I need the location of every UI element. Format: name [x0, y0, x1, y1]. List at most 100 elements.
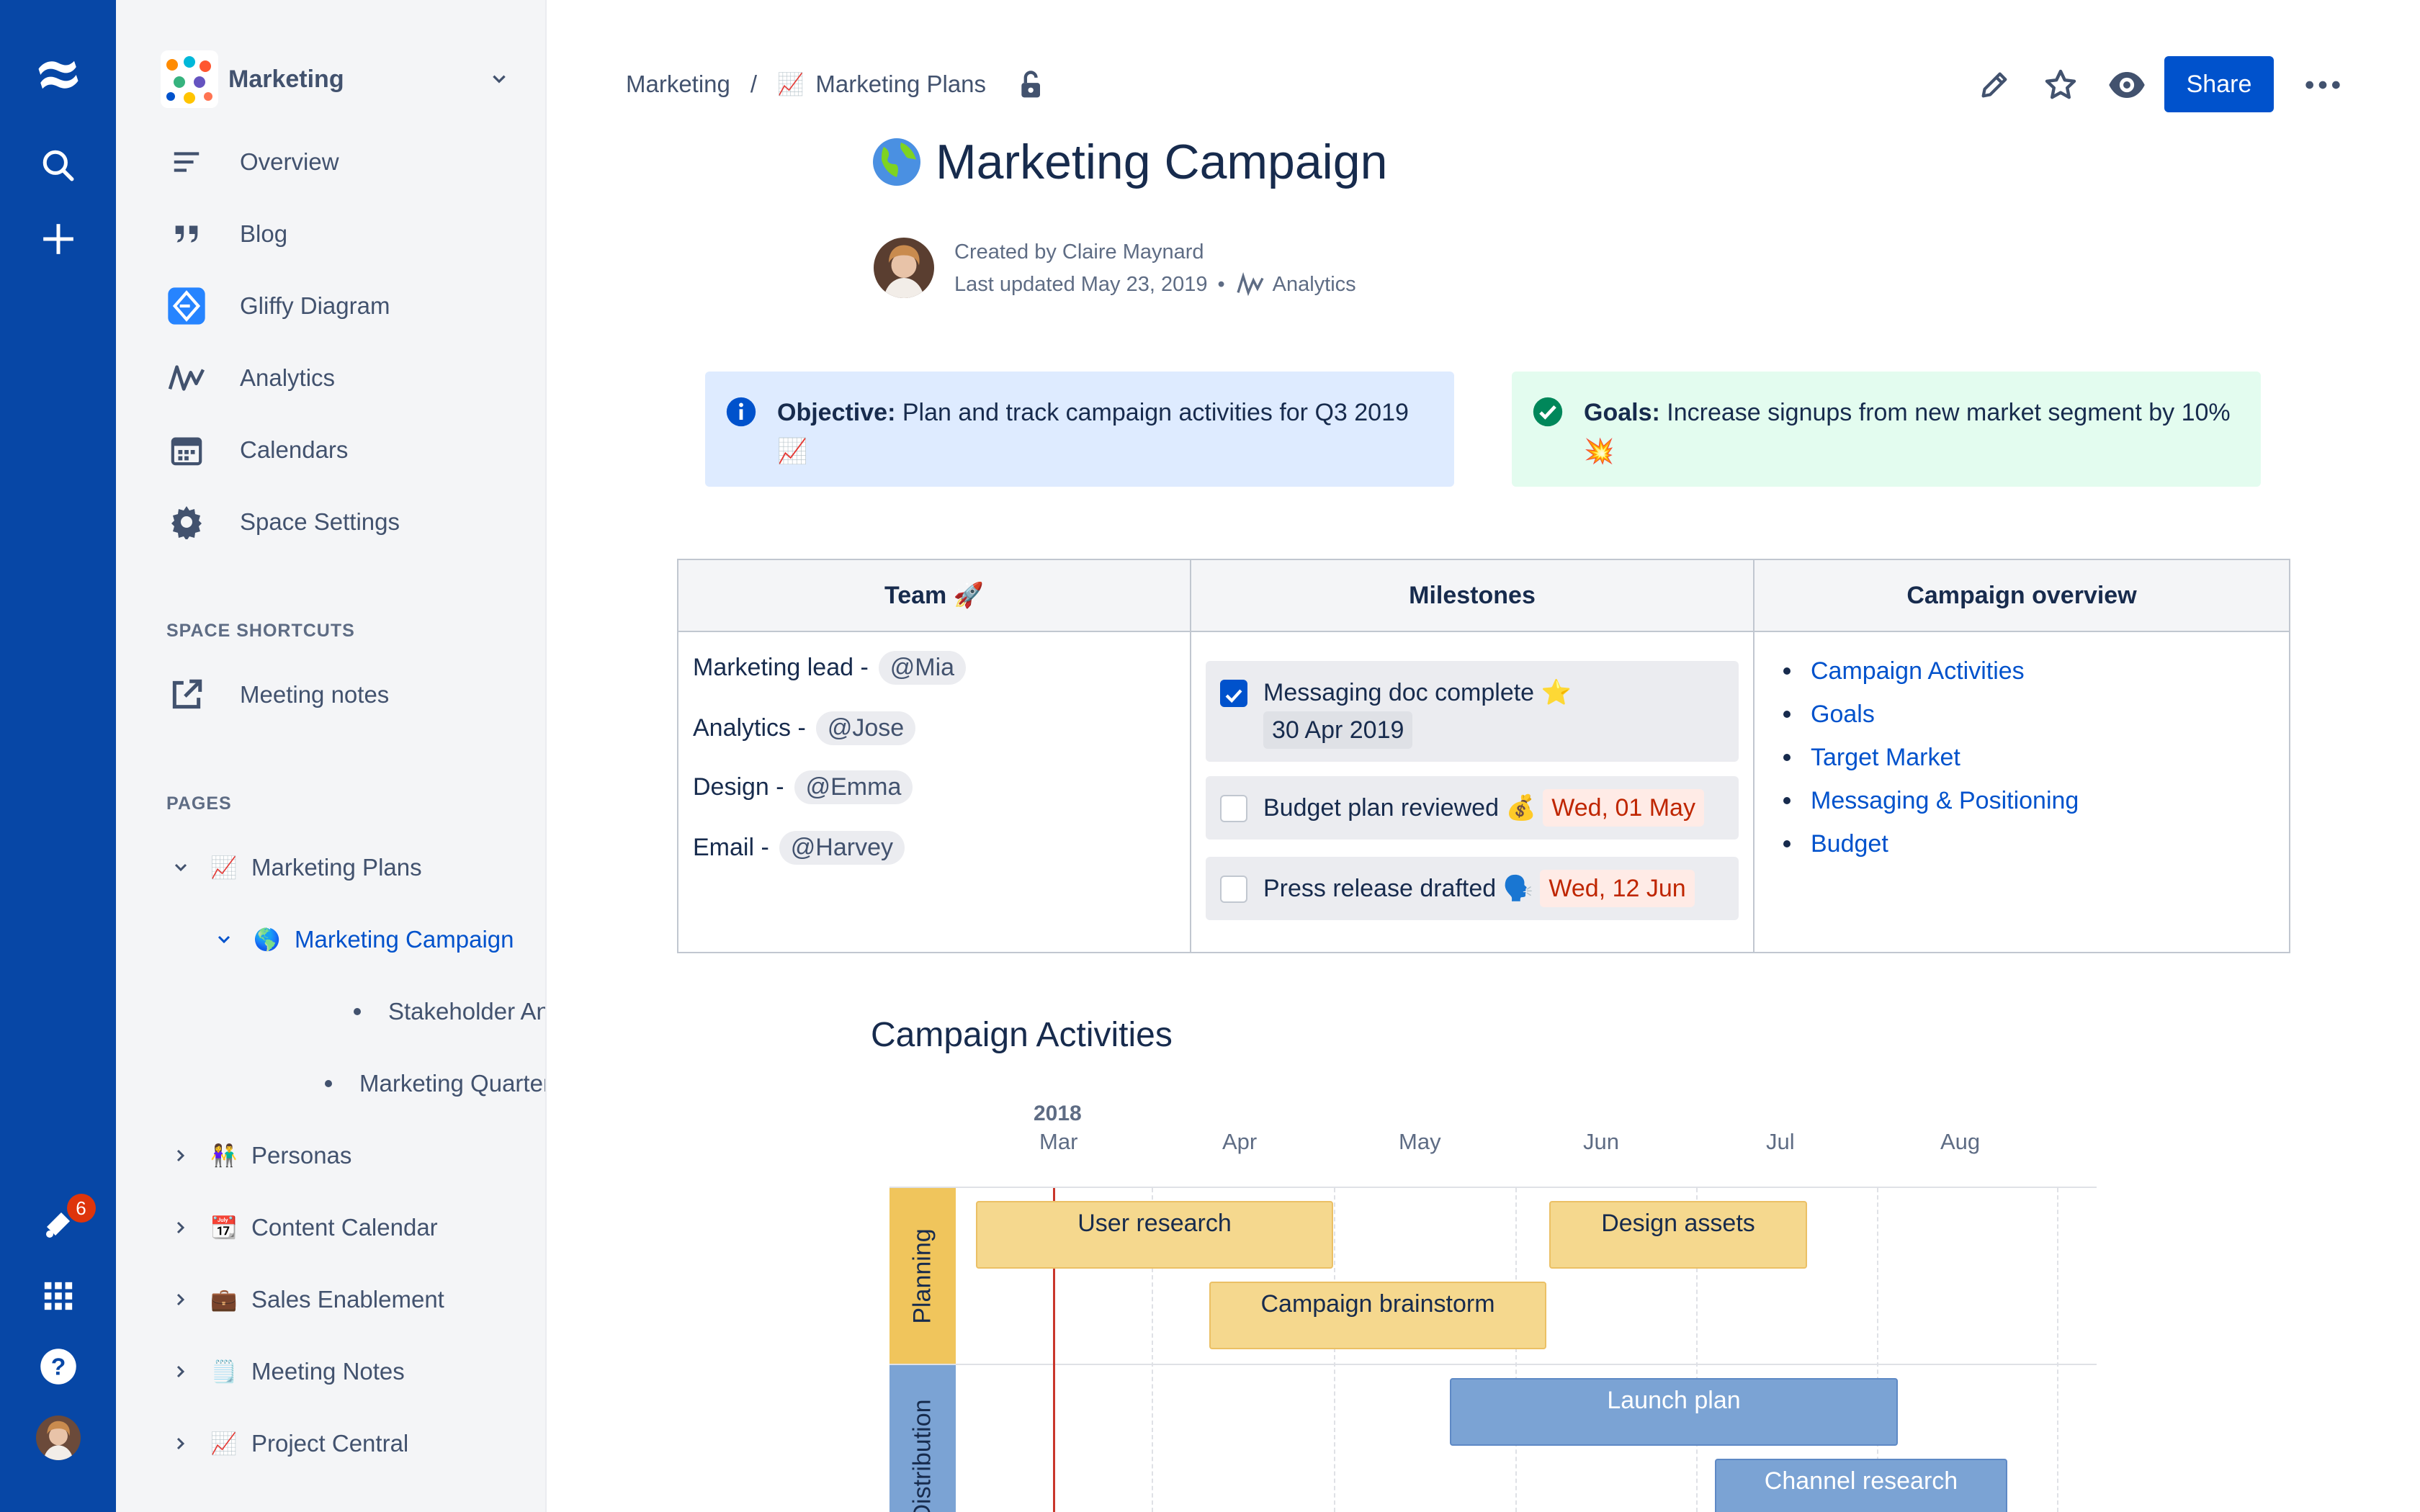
roadmap-bar-design-assets[interactable]: Design assets [1549, 1201, 1807, 1269]
sidebar-item-blog[interactable]: Blog [166, 209, 287, 259]
user-mention[interactable]: @Harvey [779, 831, 905, 865]
created-by: Created by Claire Maynard [954, 240, 1204, 264]
sidebar-item-label: Overview [240, 148, 339, 175]
roadmap-bar-channel-research[interactable]: Channel research [1715, 1459, 2007, 1512]
page-tree-item-marketing-plans[interactable]: 📈 Marketing Plans [166, 842, 422, 893]
shortcut-meeting-notes[interactable]: Meeting notes [166, 670, 389, 720]
page-tree-item-marketing-campaign[interactable]: 🌎 Marketing Campaign [210, 914, 514, 965]
roadmap-bar-campaign-brainstorm[interactable]: Campaign brainstorm [1209, 1282, 1546, 1349]
sidebar-item-label: Blog [240, 220, 288, 247]
sidebar-item-gliffy-diagram[interactable]: Gliffy Diagram [166, 281, 390, 331]
check-circle-icon [1533, 397, 1563, 427]
checkbox-checked[interactable] [1220, 680, 1247, 707]
info-icon [726, 397, 756, 427]
page-tree-item-project-central[interactable]: 📈 Project Central [166, 1418, 408, 1469]
sidebar-item-overview[interactable]: Overview [166, 137, 339, 187]
date-lozenge[interactable]: 30 Apr 2019 [1263, 711, 1413, 749]
breadcrumb-separator: / [750, 71, 758, 97]
help-icon[interactable]: ? [37, 1345, 80, 1388]
analytics-icon [166, 358, 207, 398]
page-tree-item-content-calendar[interactable]: 📆 Content Calendar [166, 1202, 438, 1253]
analytics-icon [1237, 272, 1264, 297]
external-link-icon [166, 675, 207, 715]
chevron-down-icon[interactable] [166, 853, 195, 882]
campaign-table: Team 🚀 Milestones Campaign overview Mark… [677, 559, 2290, 953]
sidebar-item-calendars[interactable]: Calendars [166, 425, 348, 475]
edit-icon[interactable] [1973, 63, 2016, 107]
search-icon[interactable] [37, 144, 80, 187]
overview-cell: Campaign Activities Goals Target Market … [1753, 631, 2290, 953]
goals-label: Goals: [1584, 399, 1660, 426]
notifications-badge: 6 [66, 1194, 96, 1223]
calendar-emoji-icon: 📆 [210, 1215, 238, 1240]
user-mention[interactable]: @Jose [815, 711, 916, 745]
notifications-icon[interactable]: 6 [37, 1194, 96, 1246]
user-mention[interactable]: @Emma [794, 770, 913, 804]
timeline-top-rule [889, 1187, 2097, 1188]
page-tree-item-personas[interactable]: 👫 Personas [166, 1130, 351, 1181]
chevron-right-icon[interactable] [166, 1285, 195, 1314]
sidebar-item-label: Space Settings [240, 508, 400, 535]
timeline-month: Mar [1039, 1129, 1078, 1154]
due-date-lozenge[interactable]: Wed, 01 May [1543, 789, 1704, 827]
grid-line [1334, 1188, 1335, 1512]
overview-link[interactable]: Goals [1783, 693, 2079, 736]
page-title: Marketing Campaign [871, 130, 1387, 194]
meta-dot: • [1217, 272, 1225, 296]
checkbox[interactable] [1220, 876, 1247, 903]
share-button[interactable]: Share [2164, 56, 2274, 112]
overview-link[interactable]: Campaign Activities [1783, 649, 2079, 693]
chart-increasing-icon: 📈 [777, 438, 808, 465]
speaking-head-icon: 🗣️ [1502, 875, 1533, 902]
confluence-logo-icon[interactable] [32, 49, 84, 101]
app-switcher-icon[interactable] [37, 1274, 80, 1318]
more-options-icon[interactable] [2301, 63, 2344, 107]
due-date-lozenge[interactable]: Wed, 12 Jun [1540, 870, 1695, 907]
sidebar-item-label: Analytics [240, 364, 336, 391]
unlock-icon[interactable] [1016, 68, 1048, 100]
pages-heading: PAGES [166, 793, 232, 814]
overview-link[interactable]: Target Market [1783, 736, 2079, 779]
roadmap-bar-launch-plan[interactable]: Launch plan [1450, 1378, 1898, 1446]
author-avatar[interactable] [874, 238, 934, 298]
chevron-right-icon[interactable] [166, 1357, 195, 1386]
overview-link[interactable]: Budget [1783, 822, 2079, 865]
star-icon[interactable] [2039, 63, 2082, 107]
analytics-link[interactable]: Analytics [1273, 273, 1356, 297]
sidebar-item-analytics[interactable]: Analytics [166, 353, 335, 403]
watch-icon[interactable] [2105, 63, 2148, 107]
roadmap-bar-user-research[interactable]: User research [976, 1201, 1333, 1269]
grid-line [2057, 1188, 2058, 1512]
calendar-icon [166, 430, 207, 470]
create-icon[interactable] [37, 217, 80, 261]
task-item: Messaging doc complete ⭐ 30 Apr 2019 [1206, 661, 1739, 762]
page-tree-item-stakeholder-analysis[interactable]: Stakeholder Analysis S [354, 986, 545, 1037]
section-heading: Campaign Activities [871, 1016, 1173, 1054]
page-tree-label: Content Calendar [251, 1214, 438, 1241]
chevron-down-icon[interactable] [485, 65, 514, 94]
breadcrumb-page[interactable]: Marketing Plans [815, 71, 986, 98]
objective-text: Plan and track campaign activities for Q… [902, 399, 1409, 426]
page-tree-item-meeting-notes[interactable]: 🗒️ Meeting Notes [166, 1346, 405, 1397]
chevron-right-icon[interactable] [166, 1213, 195, 1242]
breadcrumb-space[interactable]: Marketing [626, 71, 730, 98]
rocket-icon: 🚀 [953, 582, 985, 609]
page-tree-item-sales-enablement[interactable]: 💼 Sales Enablement [166, 1274, 444, 1325]
space-header[interactable]: Marketing [161, 49, 514, 109]
chevron-right-icon[interactable] [166, 1429, 195, 1458]
sidebar-item-label: Gliffy Diagram [240, 292, 390, 319]
space-sidebar: Marketing Overview Blog Gliffy Diagram A… [116, 0, 547, 1512]
page-tree-label: Marketing Plans [251, 854, 422, 881]
profile-avatar[interactable] [35, 1416, 81, 1460]
chevron-down-icon[interactable] [210, 925, 238, 954]
user-mention[interactable]: @Mia [878, 651, 967, 685]
lane-label-distribution: Distribution [889, 1365, 956, 1512]
sidebar-item-space-settings[interactable]: Space Settings [166, 497, 400, 547]
chevron-right-icon[interactable] [166, 1141, 195, 1170]
page-title-text: Marketing Campaign [936, 135, 1388, 189]
checkbox[interactable] [1220, 795, 1247, 822]
breadcrumb: Marketing / 📈 Marketing Plans [626, 66, 1048, 102]
page-tree-item-marketing-quarterly[interactable]: Marketing Quarterly Plann [325, 1058, 545, 1109]
timeline-year: 2018 [1034, 1102, 1082, 1125]
overview-link[interactable]: Messaging & Positioning [1783, 779, 2079, 822]
